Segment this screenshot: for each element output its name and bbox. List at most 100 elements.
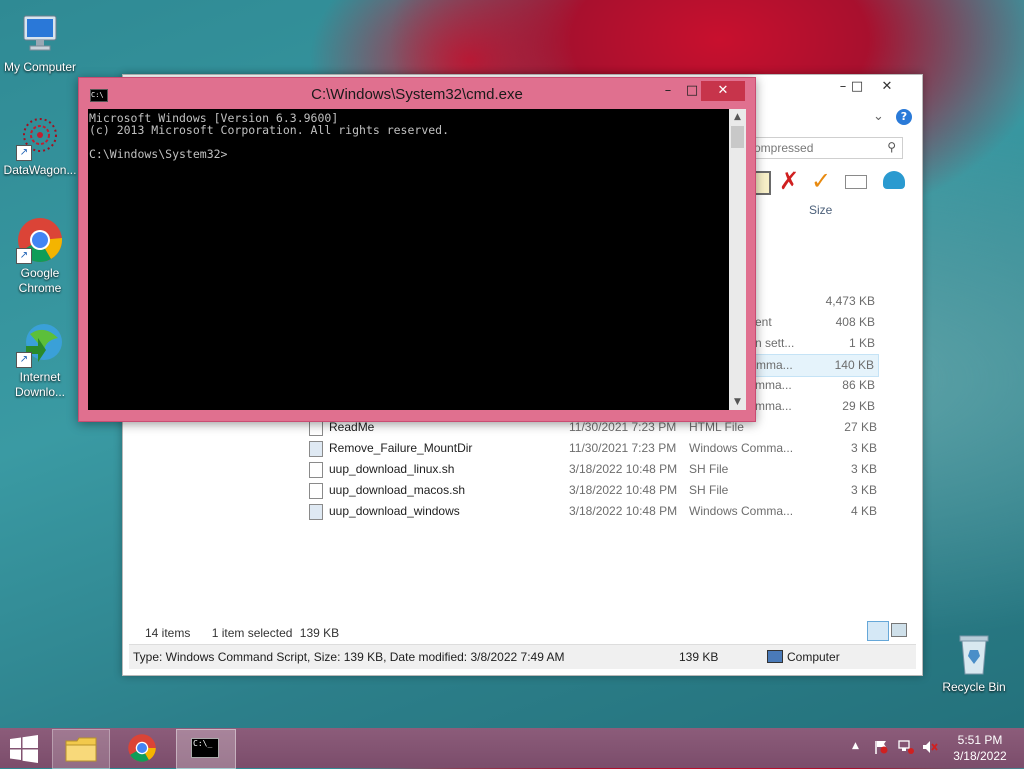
minimize-button[interactable]: – <box>655 81 681 101</box>
file-name: uup_download_windows <box>329 504 460 518</box>
console-line: Microsoft Windows [Version 6.3.9600] <box>89 111 339 125</box>
clock-date: 3/18/2022 <box>953 749 1007 763</box>
script-file-icon <box>309 504 323 520</box>
file-size: 3 KB <box>850 441 877 455</box>
network-icon[interactable] <box>898 740 914 754</box>
vertical-scrollbar[interactable]: ▲ ▼ <box>729 109 746 410</box>
file-size: 29 KB <box>842 399 875 413</box>
file-date: 3/18/2022 10:48 PM <box>569 462 678 476</box>
file-size: 27 KB <box>844 420 877 434</box>
file-type: Windows Comma... <box>689 441 794 455</box>
scroll-thumb[interactable] <box>731 126 744 148</box>
desktop-icon-label: Google Chrome <box>18 266 62 295</box>
desktop-icon-internet-download-manager[interactable]: ↗ Internet Downlo... <box>0 320 80 400</box>
folder-icon <box>65 737 97 762</box>
computer-icon <box>767 650 783 663</box>
table-row[interactable]: ent 408 KB <box>755 315 879 335</box>
file-name: uup_download_macos.sh <box>329 483 466 497</box>
rename-icon[interactable] <box>845 175 867 189</box>
cmd-window[interactable]: C:\ C:\Windows\System32\cmd.exe – □ ✕ Mi… <box>78 77 756 422</box>
shortcut-arrow-icon: ↗ <box>16 145 32 161</box>
file-size: 408 KB <box>835 315 875 329</box>
items-count: 14 items <box>145 626 191 640</box>
desktop-icon-label: Recycle Bin <box>942 680 1006 694</box>
table-row[interactable]: n sett... 1 KB <box>755 336 879 356</box>
selected-size: 139 KB <box>299 626 340 640</box>
file-size: 4 KB <box>850 504 877 518</box>
table-row[interactable]: mma... 29 KB <box>755 399 879 419</box>
desktop-icon-google-chrome[interactable]: ↗ Google Chrome <box>0 216 80 296</box>
column-header-size[interactable]: Size <box>809 203 832 217</box>
file-size: 3 KB <box>850 462 877 476</box>
close-button[interactable]: ✕ <box>873 77 901 97</box>
details-view-button[interactable] <box>867 621 889 641</box>
close-button[interactable]: ✕ <box>701 81 745 101</box>
desktop-icon-datawagon[interactable]: ↗ DataWagon... <box>0 113 80 178</box>
desktop-icon-label: DataWagon... <box>3 163 77 177</box>
start-button[interactable] <box>0 729 48 767</box>
table-row[interactable]: Remove_Failure_MountDir 11/30/2021 7:23 … <box>303 438 883 458</box>
idm-icon: ↗ <box>16 320 64 368</box>
maximize-button[interactable]: □ <box>843 77 871 97</box>
desktop-icon-my-computer[interactable]: My Computer <box>0 10 80 75</box>
script-file-icon <box>309 441 323 457</box>
item-count-bar: 14 items 1 item selected 139 KB <box>145 626 339 640</box>
computer-icon <box>16 10 64 58</box>
console-line: (c) 2013 Microsoft Corporation. All righ… <box>89 123 450 137</box>
table-row[interactable]: uup_download_macos.sh 3/18/2022 10:48 PM… <box>303 480 883 500</box>
file-date: 3/18/2022 10:48 PM <box>569 504 678 518</box>
file-icon <box>309 462 323 478</box>
selected-count: 1 item selected <box>211 626 293 640</box>
large-icons-view-button[interactable] <box>891 623 907 637</box>
taskbar-cmd[interactable]: C:\_ <box>176 729 236 769</box>
clock-time: 5:51 PM <box>957 733 1003 747</box>
taskbar: C:\_ ▲ 5:51 PM 3/18/2022 <box>0 728 1024 769</box>
file-type: SH File <box>689 483 729 497</box>
search-placeholder: ompressed <box>754 141 814 155</box>
action-center-flag-icon[interactable] <box>874 740 888 754</box>
file-size: 140 KB <box>834 358 874 372</box>
shortcut-arrow-icon: ↗ <box>16 352 32 368</box>
datawagon-icon: ↗ <box>16 113 64 161</box>
status-file-info: Type: Windows Command Script, Size: 139 … <box>133 650 565 664</box>
recycle-bin-icon <box>950 630 998 678</box>
address-chevron-icon[interactable]: ⌄ <box>873 109 884 124</box>
check-icon[interactable]: ✓ <box>811 167 831 195</box>
table-row[interactable]: mma... 86 KB <box>755 378 879 398</box>
table-row[interactable]: uup_download_windows 3/18/2022 10:48 PM … <box>303 501 883 521</box>
clock[interactable]: 5:51 PM 3/18/2022 <box>944 732 1016 764</box>
shell-icon[interactable] <box>883 171 905 189</box>
file-icon <box>309 483 323 499</box>
status-location: Computer <box>787 650 840 664</box>
help-icon[interactable]: ? <box>896 109 912 125</box>
file-type: mma... <box>755 378 792 392</box>
search-icon: ⚲ <box>887 140 896 154</box>
file-type: Windows Comma... <box>689 504 794 518</box>
table-row[interactable]: uup_download_linux.sh 3/18/2022 10:48 PM… <box>303 459 883 479</box>
console-output[interactable]: Microsoft Windows [Version 6.3.9600] (c)… <box>88 109 746 410</box>
desktop-icon-label: Internet Downlo... <box>14 370 66 399</box>
html-file-icon <box>309 420 323 436</box>
search-input[interactable]: ompressed ⚲ <box>749 137 903 159</box>
taskbar-chrome[interactable] <box>114 729 170 767</box>
file-type: SH File <box>689 462 729 476</box>
file-date: 3/18/2022 10:48 PM <box>569 483 678 497</box>
windows-logo-icon <box>10 735 38 763</box>
table-row-selected[interactable]: mma... 140 KB <box>749 354 879 377</box>
delete-icon[interactable]: ✗ <box>779 167 799 195</box>
window-title: C:\Windows\System32\cmd.exe <box>311 86 523 103</box>
taskbar-file-explorer[interactable] <box>52 729 110 769</box>
table-row[interactable]: 4,473 KB <box>755 294 879 314</box>
file-type: HTML File <box>689 420 744 434</box>
volume-muted-icon[interactable] <box>922 740 938 754</box>
scroll-up-arrow-icon[interactable]: ▲ <box>729 109 746 125</box>
desktop-icon-label: My Computer <box>3 60 77 74</box>
chrome-icon <box>128 734 156 762</box>
file-size: 3 KB <box>850 483 877 497</box>
desktop-icon-recycle-bin[interactable]: Recycle Bin <box>934 630 1014 695</box>
file-date: 11/30/2021 7:23 PM <box>569 441 677 455</box>
cmd-icon: C:\_ <box>191 738 219 758</box>
scroll-down-arrow-icon[interactable]: ▼ <box>729 394 746 410</box>
show-hidden-icons-button[interactable]: ▲ <box>852 741 859 751</box>
file-type: mma... <box>755 399 792 413</box>
